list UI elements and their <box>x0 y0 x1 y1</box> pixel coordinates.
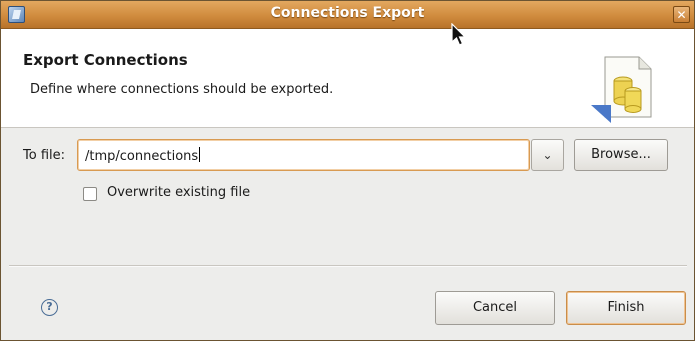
overwrite-checkbox[interactable] <box>83 187 97 201</box>
footer-separator <box>9 265 687 267</box>
to-file-label: To file: <box>23 148 65 163</box>
page-title: Export Connections <box>23 51 188 69</box>
wizard-header: Export Connections Define where connecti… <box>1 29 694 128</box>
mouse-pointer-icon <box>451 23 467 46</box>
window-title: Connections Export <box>270 5 425 21</box>
to-file-value: /tmp/connections <box>85 149 199 164</box>
cancel-button[interactable]: Cancel <box>435 291 555 325</box>
close-button[interactable]: ✕ <box>673 6 690 23</box>
title-bar[interactable]: Connections Export ✕ <box>1 1 694 29</box>
overwrite-label[interactable]: Overwrite existing file <box>107 185 250 200</box>
finish-button[interactable]: Finish <box>566 291 686 325</box>
help-icon[interactable]: ? <box>41 299 58 316</box>
dialog-window: Connections Export ✕ Export Connections … <box>0 0 695 341</box>
text-caret <box>199 147 201 162</box>
browse-button[interactable]: Browse... <box>574 139 668 171</box>
to-file-input[interactable]: /tmp/connections <box>77 139 530 171</box>
chevron-down-icon[interactable]: ⌄ <box>531 139 564 171</box>
page-description: Define where connections should be expor… <box>30 82 334 97</box>
connections-database-icon <box>591 56 652 123</box>
